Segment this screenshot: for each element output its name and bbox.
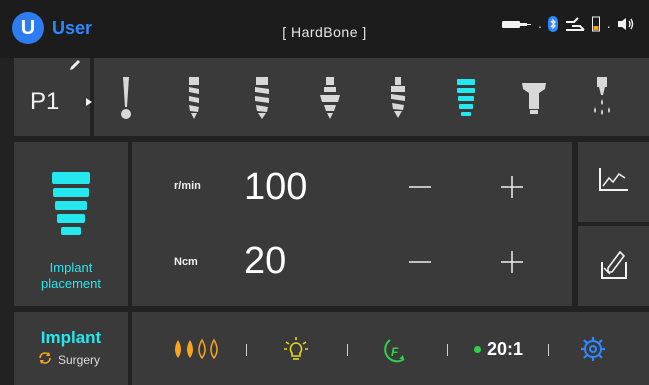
sync-icon: [38, 352, 52, 367]
torque-value[interactable]: 20: [244, 240, 286, 283]
bottom-separator: [447, 344, 448, 356]
light-bulb-icon[interactable]: [282, 334, 310, 364]
dip-tube-button[interactable]: [578, 226, 649, 306]
forward-letter: F: [391, 345, 399, 359]
parameters-panel: r/min 100 Ncm 20: [132, 142, 572, 306]
handpiece-icon: [501, 17, 532, 35]
top-status-bar: U User [ HardBone ] · ·: [0, 0, 649, 58]
mode-panel[interactable]: Implant Surgery: [14, 312, 128, 385]
speed-plus-button[interactable]: [495, 170, 529, 204]
pilot-drill-icon[interactable]: [98, 70, 154, 126]
play-arrow-icon: [86, 98, 92, 106]
settings-gear-icon[interactable]: [580, 334, 606, 364]
tool-sequence-bar: [94, 58, 649, 136]
step-label: Implant placement: [14, 260, 128, 292]
graph-button[interactable]: [578, 142, 649, 222]
bottom-separator: [347, 344, 348, 356]
connection-icon: [564, 16, 586, 37]
irrigation-level[interactable]: [172, 334, 222, 364]
torque-plus-button[interactable]: [495, 245, 529, 279]
gear-ratio[interactable]: 20:1: [474, 334, 523, 364]
speed-minus-button[interactable]: [403, 170, 437, 204]
tap-icon[interactable]: [370, 70, 426, 126]
speed-unit: r/min: [174, 180, 201, 192]
countersink-icon[interactable]: [302, 70, 358, 126]
abutment-icon[interactable]: [506, 70, 562, 126]
graph-icon: [598, 166, 630, 199]
status-icons: · ·: [501, 14, 635, 38]
bottom-separator: [246, 344, 247, 356]
bottom-separator: [548, 344, 549, 356]
bottom-control-bar: F 20:1: [132, 312, 649, 385]
step-label-line2: placement: [41, 276, 101, 291]
speed-value[interactable]: 100: [244, 166, 307, 209]
torque-minus-button[interactable]: [403, 245, 437, 279]
ratio-status-dot: [474, 345, 481, 353]
mode-title: Implant: [40, 328, 102, 347]
implant-icon: [50, 170, 92, 245]
gear-ratio-value: 20:1: [487, 338, 524, 359]
forward-rotation-icon[interactable]: F: [380, 334, 412, 364]
bluetooth-icon: [548, 15, 559, 37]
program-selector[interactable]: P1: [14, 58, 92, 136]
dip-tube-icon: [598, 250, 630, 287]
step-label-line1: Implant: [49, 260, 93, 275]
mode-subtitle-text: Surgery: [58, 352, 101, 367]
drill-3-icon[interactable]: [234, 70, 290, 126]
implant-icon[interactable]: [438, 70, 494, 126]
drill-2-icon[interactable]: [166, 70, 222, 126]
status-separator: ·: [537, 18, 543, 34]
mode-subtitle: Surgery: [38, 352, 100, 367]
torque-unit: Ncm: [174, 256, 198, 268]
program-label: P1: [30, 88, 60, 115]
pencil-icon[interactable]: [68, 58, 82, 72]
current-step-panel[interactable]: Implant placement: [14, 142, 128, 306]
power-level-icon: [592, 16, 601, 37]
device-screen: U User [ HardBone ] · · P1 Implant place…: [0, 0, 649, 385]
status-separator: ·: [606, 18, 611, 34]
irrigation-icon[interactable]: [574, 70, 630, 126]
speaker-icon: [617, 17, 635, 36]
